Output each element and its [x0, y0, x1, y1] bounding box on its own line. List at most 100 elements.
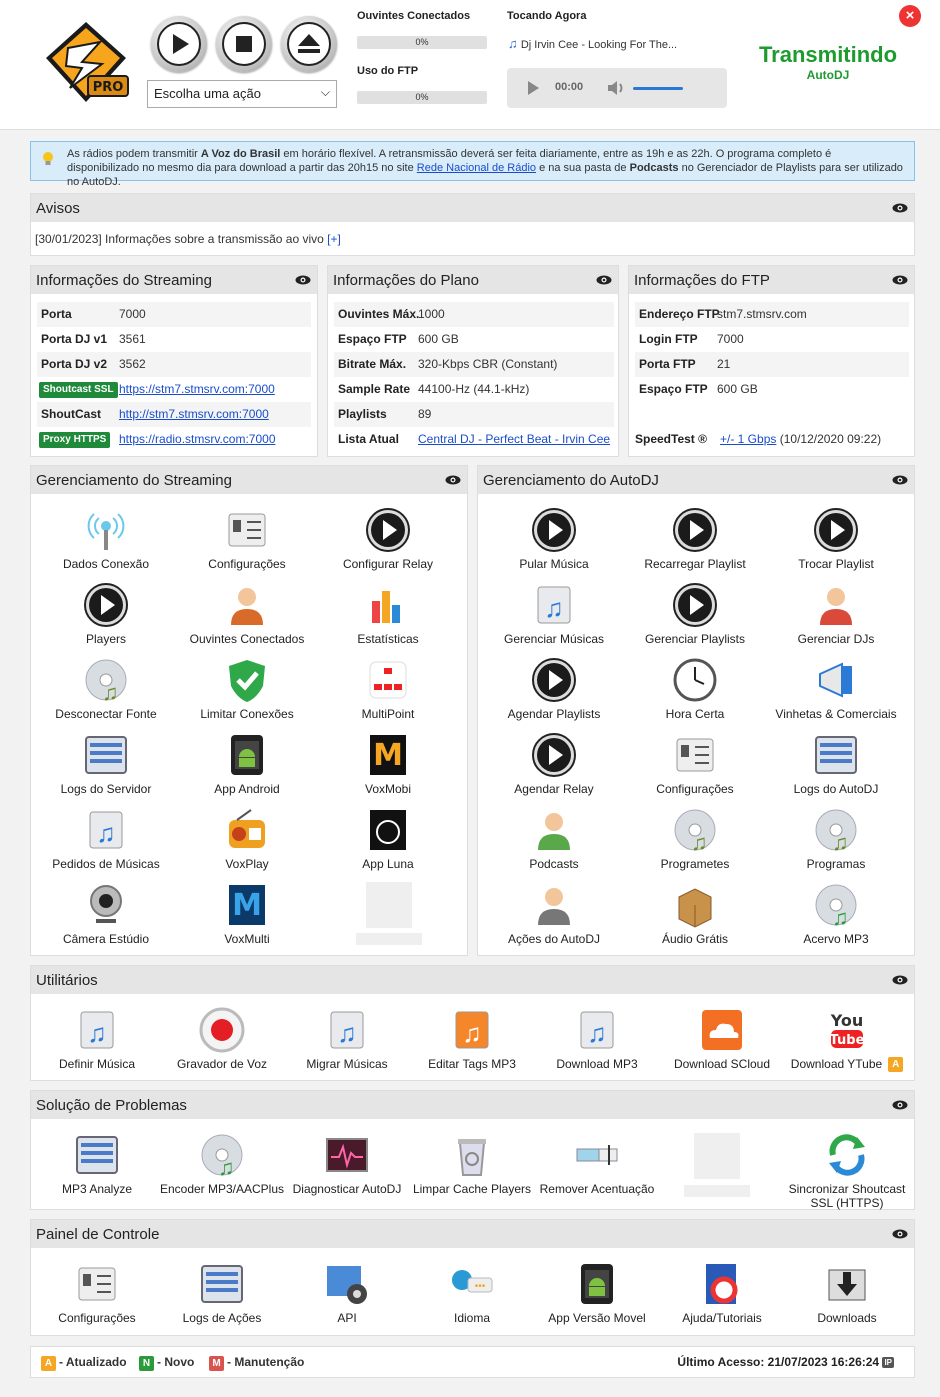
menu-item[interactable]: Configurações [625, 731, 765, 806]
menu-item[interactable]: Ouvintes Conectados [177, 581, 317, 656]
streaming-info-panel: Informações do Streaming Porta 7000 Porta … [30, 265, 318, 457]
eye-icon[interactable] [892, 1229, 908, 1239]
stop-button[interactable] [216, 16, 272, 72]
status-text: Transmitindo [758, 42, 898, 67]
menu-item[interactable]: ♫ Desconectar Fonte [36, 656, 176, 731]
menu-item[interactable]: MultiPoint [318, 656, 458, 731]
clock-icon [671, 656, 719, 704]
menu-item[interactable]: ♫ Migrar Músicas [277, 1006, 417, 1081]
menu-item[interactable]: Ajuda/Tutoriais [652, 1260, 792, 1335]
menu-item[interactable]: ♫ Gerenciar Músicas [484, 581, 624, 656]
menu-item[interactable]: MP3 Analyze [27, 1131, 167, 1206]
menu-item[interactable]: Logs do Servidor [36, 731, 176, 806]
menu-item[interactable]: ••• Idioma [402, 1260, 542, 1335]
volume-slider[interactable] [633, 87, 683, 90]
eye-icon[interactable] [596, 275, 612, 285]
menu-item[interactable]: ♫ Editar Tags MP3 [402, 1006, 542, 1081]
menu-item[interactable]: Remover Acentuação [527, 1131, 667, 1206]
record-icon [198, 1006, 246, 1054]
menu-item[interactable]: ♫ Encoder MP3/AACPlus [152, 1131, 292, 1206]
menu-item[interactable]: Configurações [177, 506, 317, 581]
menu-item[interactable]: You Tube Download YTube A [777, 1006, 917, 1081]
menu-item[interactable]: Logs de Ações [152, 1260, 292, 1335]
menu-item-label: Configurar Relay [318, 557, 458, 571]
menu-item[interactable]: Limpar Cache Players [402, 1131, 542, 1206]
ip-icon[interactable]: IP [882, 1357, 894, 1369]
menu-item[interactable]: Configurar Relay [318, 506, 458, 581]
menu-item[interactable]: Logs do AutoDJ [766, 731, 906, 806]
eye-icon[interactable] [892, 975, 908, 985]
menu-item-label: App Android [177, 782, 317, 796]
speedtest-link[interactable]: +/- 1 Gbps [720, 432, 776, 446]
menu-item[interactable]: M VoxMulti [177, 881, 317, 956]
notice-link[interactable]: Rede Nacional de Rádio [417, 162, 536, 174]
info-value: 21 [717, 357, 731, 371]
info-link[interactable]: http://stm7.stmsrv.com:7000 [119, 407, 269, 421]
menu-item-text: Programetes [660, 857, 730, 871]
info-row: Endereço FTP stm7.stmsrv.com [635, 302, 909, 327]
eye-icon[interactable] [892, 1100, 908, 1110]
close-icon[interactable]: × [899, 5, 921, 27]
eye-icon[interactable] [892, 203, 908, 213]
aviso-more-link[interactable]: [+] [327, 232, 341, 246]
eye-icon[interactable] [892, 275, 908, 285]
menu-item[interactable]: API [277, 1260, 417, 1335]
menu-item[interactable]: Players [36, 581, 176, 656]
menu-item[interactable]: Agendar Relay [484, 731, 624, 806]
sync-icon [823, 1131, 871, 1179]
menu-item[interactable]: Limitar Conexões [177, 656, 317, 731]
menu-item[interactable]: App Luna [318, 806, 458, 881]
volume-icon[interactable] [607, 79, 627, 97]
menu-item[interactable]: Áudio Grátis [625, 881, 765, 956]
menu-item[interactable]: Gerenciar DJs [766, 581, 906, 656]
menu-item[interactable]: Recarregar Playlist [625, 506, 765, 581]
ftp-info-title: Informações do FTP [634, 272, 770, 289]
menu-item[interactable]: Câmera Estúdio [36, 881, 176, 956]
info-link[interactable]: https://stm7.stmsrv.com:7000 [119, 382, 275, 396]
eye-icon[interactable] [892, 475, 908, 485]
eye-icon[interactable] [445, 475, 461, 485]
eye-icon[interactable] [295, 275, 311, 285]
menu-item[interactable]: App Versão Movel [527, 1260, 667, 1335]
menu-item[interactable]: Sincronizar Shoutcast SSL (HTTPS) [777, 1131, 917, 1210]
menu-item[interactable]: Configurações [27, 1260, 167, 1335]
menu-item-text: Configurações [656, 782, 734, 796]
eject-button[interactable] [281, 16, 337, 72]
menu-item[interactable]: Trocar Playlist [766, 506, 906, 581]
menu-item[interactable]: Gravador de Voz [152, 1006, 292, 1081]
svg-text:♫: ♫ [832, 830, 849, 854]
info-link[interactable]: https://radio.stmsrv.com:7000 [119, 432, 276, 446]
menu-item[interactable]: ♫ Definir Música [27, 1006, 167, 1081]
menu-item[interactable]: Podcasts [484, 806, 624, 881]
play-button[interactable] [151, 16, 207, 72]
mp3-analyze-icon [73, 1131, 121, 1179]
menu-item[interactable]: ♫ Pedidos de Músicas [36, 806, 176, 881]
menu-item[interactable]: Gerenciar Playlists [625, 581, 765, 656]
menu-item[interactable]: Vinhetas & Comerciais [766, 656, 906, 731]
menu-item-label: Download YTube A [777, 1057, 917, 1073]
info-value: 44100-Hz (44.1-kHz) [418, 382, 530, 396]
menu-item[interactable]: ♫ Acervo MP3 [766, 881, 906, 956]
antenna-icon [82, 506, 130, 554]
menu-item-text: Diagnosticar AutoDJ [292, 1182, 402, 1196]
menu-item[interactable]: Estatísticas [318, 581, 458, 656]
menu-item[interactable]: Agendar Playlists [484, 656, 624, 731]
menu-item[interactable]: VoxPlay [177, 806, 317, 881]
menu-item[interactable]: ♫ Programas [766, 806, 906, 881]
menu-item-label: Ajuda/Tutoriais [652, 1311, 792, 1325]
menu-item[interactable]: Hora Certa [625, 656, 765, 731]
menu-item[interactable]: ♫ Download MP3 [527, 1006, 667, 1081]
menu-item[interactable]: Dados Conexão [36, 506, 176, 581]
action-select[interactable]: Escolha uma ação ⌵ [147, 80, 337, 108]
menu-item[interactable]: ♫ Programetes [625, 806, 765, 881]
menu-item[interactable]: Pular Música [484, 506, 624, 581]
menu-item[interactable]: M VoxMobi [318, 731, 458, 806]
menu-item-text: API [337, 1311, 357, 1325]
menu-item[interactable]: Diagnosticar AutoDJ [277, 1131, 417, 1206]
info-link[interactable]: Central DJ - Perfect Beat - Irvin Cee [418, 432, 610, 446]
menu-item[interactable]: Ações do AutoDJ [484, 881, 624, 956]
menu-item[interactable]: App Android [177, 731, 317, 806]
menu-item[interactable]: Download SCloud [652, 1006, 792, 1081]
menu-item[interactable]: Downloads [777, 1260, 917, 1335]
player-play-icon[interactable] [525, 80, 541, 96]
